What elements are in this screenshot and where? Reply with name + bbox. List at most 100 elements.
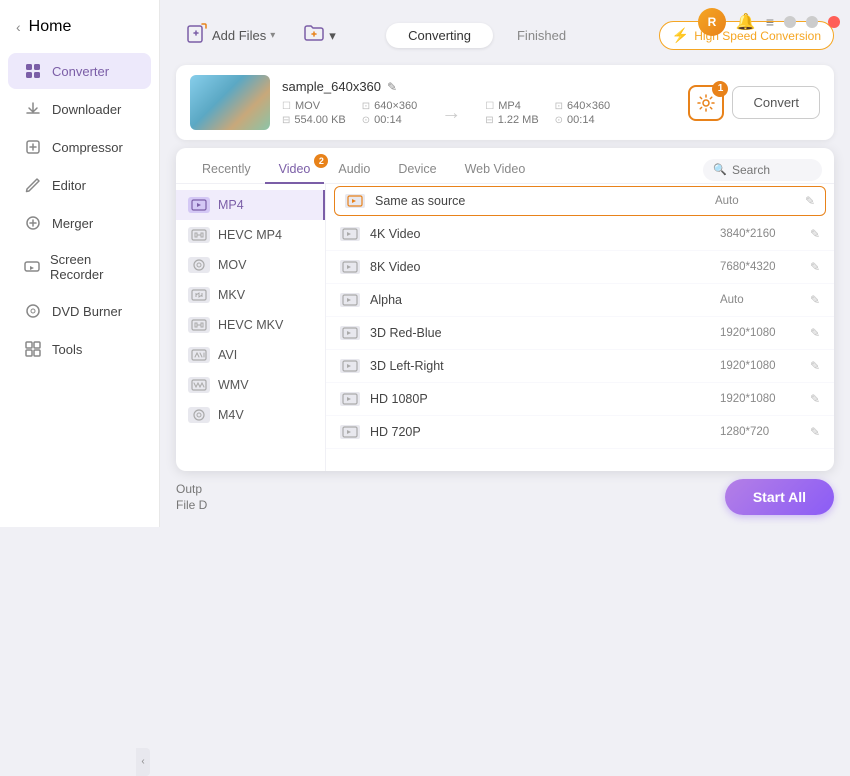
quality-icon-alpha (340, 293, 360, 307)
dvd-burner-icon (24, 302, 42, 320)
quality-item-3d-red-blue[interactable]: 3D Red-Blue 1920*1080 ✎ (326, 317, 834, 350)
convert-button[interactable]: Convert (732, 86, 820, 119)
dur-icon: ⊙ (362, 115, 370, 126)
tab-switcher: Converting Finished (384, 21, 590, 50)
bottom-bar: Outp File D Start All (176, 471, 834, 515)
quality-edit-3d-left-right[interactable]: ✎ (810, 359, 820, 373)
quality-edit-3d-red-blue[interactable]: ✎ (810, 326, 820, 340)
quality-edit-hd-720p[interactable]: ✎ (810, 425, 820, 439)
quality-icon-hd-720p (340, 425, 360, 439)
format-item-avi[interactable]: AVI (176, 340, 325, 370)
convert-button-area: 1 Convert (688, 85, 820, 121)
filename-edit-icon[interactable]: ✎ (387, 80, 397, 94)
quality-name-same: Same as source (375, 194, 705, 208)
quality-item-same-as-source[interactable]: Same as source Auto ✎ (334, 186, 826, 216)
format-icon-mp4 (188, 197, 210, 213)
format-item-m4v[interactable]: M4V (176, 400, 325, 430)
start-all-button[interactable]: Start All (725, 479, 834, 515)
sidebar-item-label-converter: Converter (52, 64, 109, 79)
sidebar: ‹ Home Converter Downloader (0, 0, 160, 527)
tab-converting[interactable]: Converting (386, 23, 493, 48)
converter-icon (24, 62, 42, 80)
source-video-meta: ⊡ 640×360 ⊙ 00:14 (362, 100, 418, 126)
format-item-hevc-mp4[interactable]: HEVC MP4 (176, 220, 325, 250)
quality-item-3d-left-right[interactable]: 3D Left-Right 1920*1080 ✎ (326, 350, 834, 383)
sidebar-item-dvd-burner[interactable]: DVD Burner (8, 293, 151, 329)
sidebar-item-compressor[interactable]: Compressor (8, 129, 151, 165)
quality-edit-4k[interactable]: ✎ (810, 227, 820, 241)
quality-item-4k[interactable]: 4K Video 3840*2160 ✎ (326, 218, 834, 251)
quality-name-3d-red-blue: 3D Red-Blue (370, 326, 710, 340)
tab-recently[interactable]: Recently (188, 156, 265, 184)
output-label: Outp (176, 482, 207, 496)
tab-device[interactable]: Device (384, 156, 450, 184)
format-item-wmv[interactable]: WMV (176, 370, 325, 400)
back-icon: ‹ (16, 19, 21, 35)
format-label-avi: AVI (218, 348, 237, 362)
minimize-button[interactable] (784, 16, 796, 28)
quality-item-hd-720p[interactable]: HD 720P 1280*720 ✎ (326, 416, 834, 449)
avatar[interactable]: R (698, 8, 726, 36)
notification-icon[interactable]: 🔔 (736, 12, 756, 32)
target-format: MP4 (498, 100, 521, 112)
target-res-row: ⊡ 640×360 (555, 100, 611, 112)
settings-button[interactable]: 1 (688, 85, 724, 121)
menu-icon[interactable]: ≡ (766, 14, 774, 30)
sidebar-item-label-screen-recorder: Screen Recorder (50, 252, 135, 282)
sidebar-item-converter[interactable]: Converter (8, 53, 151, 89)
sidebar-item-tools[interactable]: Tools (8, 331, 151, 367)
close-button[interactable] (828, 16, 840, 28)
format-item-mkv[interactable]: MKV (176, 280, 325, 310)
quality-item-alpha[interactable]: Alpha Auto ✎ (326, 284, 834, 317)
quality-res-3d-left-right: 1920*1080 (720, 360, 800, 372)
window-controls: R 🔔 ≡ (698, 8, 840, 36)
sidebar-item-merger[interactable]: Merger (8, 205, 151, 241)
sidebar-back[interactable]: ‹ Home (0, 10, 159, 52)
quality-item-8k[interactable]: 8K Video 7680*4320 ✎ (326, 251, 834, 284)
tab-audio[interactable]: Audio (324, 156, 384, 184)
add-folder-icon (303, 22, 325, 49)
sidebar-item-downloader[interactable]: Downloader (8, 91, 151, 127)
format-label-mp4: MP4 (218, 198, 244, 212)
add-files-button[interactable]: Add Files ▾ (176, 16, 285, 55)
search-icon: 🔍 (713, 163, 727, 176)
quality-item-hd-1080p[interactable]: HD 1080P 1920*1080 ✎ (326, 383, 834, 416)
quality-name-hd-720p: HD 720P (370, 425, 710, 439)
tab-video[interactable]: Video 2 (265, 156, 325, 184)
format-tabs: Recently Video 2 Audio Device Web Video … (176, 148, 834, 184)
sidebar-item-label-compressor: Compressor (52, 140, 123, 155)
format-item-hevc-mkv[interactable]: HEVC MKV (176, 310, 325, 340)
quality-icon-3d-left-right (340, 359, 360, 373)
add-folder-arrow: ▾ (329, 28, 336, 44)
quality-edit-8k[interactable]: ✎ (810, 260, 820, 274)
quality-edit-hd-1080p[interactable]: ✎ (810, 392, 820, 406)
editor-icon (24, 176, 42, 194)
lightning-icon: ⚡ (672, 27, 689, 44)
source-meta: ☐ MOV ⊟ 554.00 KB (282, 100, 346, 126)
quality-edit-alpha[interactable]: ✎ (810, 293, 820, 307)
format-item-mp4[interactable]: MP4 (176, 190, 325, 220)
search-input[interactable] (732, 163, 812, 177)
sidebar-collapse-button[interactable]: ‹ (136, 748, 150, 776)
target-size-icon: ⊟ (485, 115, 493, 126)
source-duration: 00:14 (374, 114, 402, 126)
format-label-m4v: M4V (218, 408, 244, 422)
tab-finished[interactable]: Finished (495, 23, 588, 48)
format-label-hevc-mp4: HEVC MP4 (218, 228, 282, 242)
format-item-mov[interactable]: MOV (176, 250, 325, 280)
screen-recorder-icon (24, 258, 40, 276)
quality-icon-8k (340, 260, 360, 274)
format-icon: ☐ (282, 101, 291, 112)
size-icon: ⊟ (282, 115, 290, 126)
maximize-button[interactable] (806, 16, 818, 28)
tab-web-video[interactable]: Web Video (451, 156, 540, 184)
quality-edit-same[interactable]: ✎ (805, 194, 815, 208)
target-resolution: 640×360 (567, 100, 610, 112)
sidebar-item-screen-recorder[interactable]: Screen Recorder (8, 243, 151, 291)
quality-name-4k: 4K Video (370, 227, 710, 241)
downloader-icon (24, 100, 42, 118)
sidebar-item-editor[interactable]: Editor (8, 167, 151, 203)
quality-icon-hd-1080p (340, 392, 360, 406)
target-meta: ☐ MP4 ⊟ 1.22 MB (485, 100, 538, 126)
add-folder-button[interactable]: ▾ (293, 16, 346, 55)
